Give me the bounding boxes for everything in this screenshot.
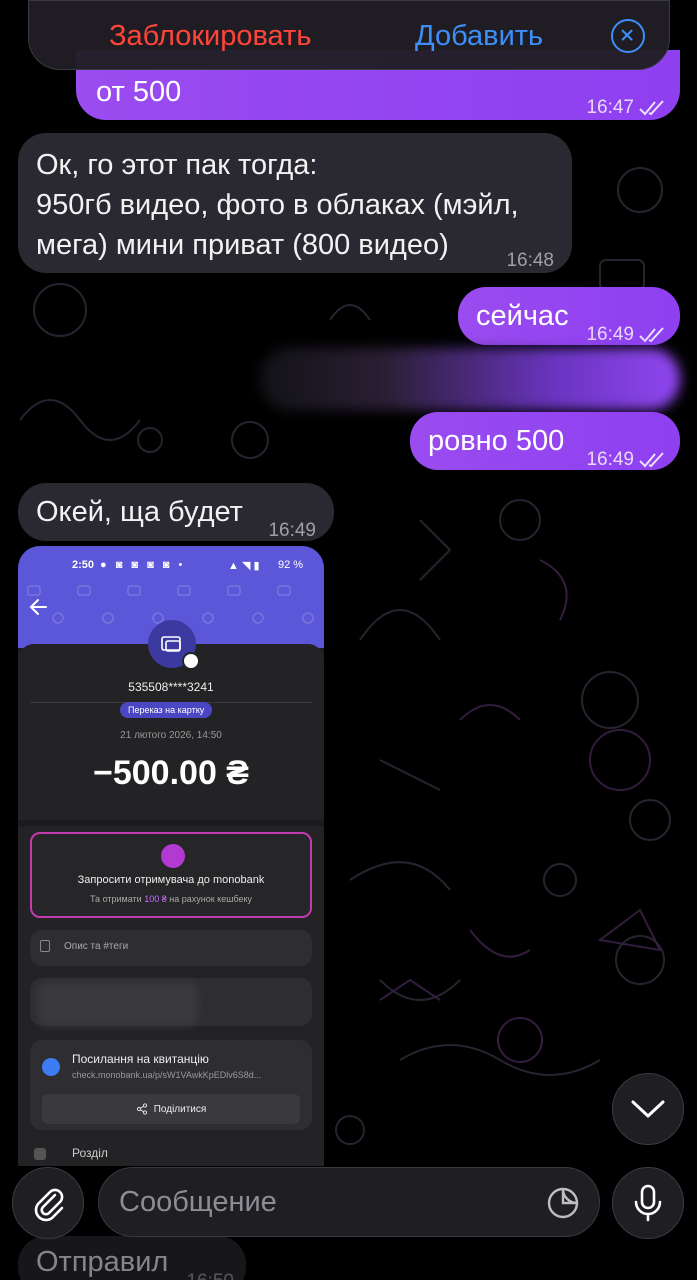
promo-title: Запросити отримувача до monobank (77, 874, 265, 886)
transaction-amount: −500.00 ₴ (93, 754, 249, 792)
message-incoming[interactable]: Отправил 16:50 (18, 1236, 246, 1280)
receipt-link-card[interactable]: Посилання на квитанцію check.monobank.ua… (30, 1040, 312, 1130)
message-meta: 16:49 (586, 440, 666, 480)
receipt-link-title: Посилання на квитанцію (72, 1052, 209, 1066)
message-meta: 16:47 (586, 88, 666, 128)
message-text: от 500 (96, 76, 182, 108)
message-incoming[interactable]: Окей, ща будет 16:49 (18, 483, 334, 541)
voice-record-button[interactable] (612, 1167, 684, 1239)
promo-subtitle: Та отримати 100 ₴ на рахунок кешбеку (89, 894, 253, 904)
card-avatar (148, 620, 200, 670)
receipt-screenshot-image[interactable]: 2:50 ● ◙ ◙ ◙ ◙ • ▲ ◥ ▮ 92 % 535508****32… (18, 546, 324, 1166)
receipt-link-url[interactable]: check.monobank.ua/p/sW1VAwkKpEDlv6S8d... (72, 1070, 261, 1080)
paperclip-icon (34, 1188, 64, 1222)
double-check-icon (639, 100, 664, 116)
sticker-icon[interactable] (545, 1185, 581, 1221)
attach-button[interactable] (12, 1167, 84, 1239)
link-icon (42, 1058, 60, 1076)
receipt-body: 535508****3241 Переказ на картку 21 люто… (18, 620, 324, 1166)
note-icon (40, 940, 50, 952)
double-check-icon (639, 452, 664, 468)
message-text: ровно 500 (428, 425, 565, 457)
message-time: 16:48 (506, 250, 554, 271)
message-input-placeholder: Сообщение (119, 1186, 277, 1218)
microphone-icon (634, 1184, 662, 1222)
share-label: Поділитися (153, 1103, 207, 1115)
card-number: 535508****3241 (128, 680, 214, 694)
divider (18, 820, 324, 826)
message-time: 16:49 (268, 520, 316, 541)
status-icons: ● ◙ ◙ ◙ ◙ • (100, 559, 186, 571)
card-icon (161, 636, 181, 652)
section-label: Розділ (72, 1146, 108, 1160)
message-time: 16:47 (586, 97, 634, 118)
message-time: 16:50 (186, 1262, 234, 1280)
message-text: сейчас (476, 300, 569, 332)
block-button[interactable]: Заблокировать (109, 20, 311, 53)
transaction-date: 21 лютого 2026, 14:50 (120, 730, 222, 741)
message-input[interactable]: Сообщение (98, 1167, 600, 1237)
redacted-message (260, 348, 680, 410)
scroll-down-button[interactable] (612, 1073, 684, 1145)
spam-action-bar: Заблокировать Добавить (28, 0, 670, 70)
message-outgoing[interactable]: сейчас 16:49 (458, 287, 680, 345)
gift-icon (161, 844, 185, 868)
message-time: 16:49 (586, 449, 634, 470)
redacted-row (30, 978, 312, 1026)
section-icon (34, 1148, 46, 1160)
description-placeholder: Опис та #теги (64, 941, 129, 952)
message-incoming[interactable]: Ок, го этот пак тогда: 950гб видео, фото… (18, 133, 572, 273)
double-check-icon (639, 327, 664, 343)
add-contact-button[interactable]: Добавить (415, 20, 543, 53)
message-text: Отправил (36, 1246, 169, 1278)
description-field[interactable]: Опис та #теги (30, 930, 312, 966)
invite-promo-card[interactable]: Запросити отримувача до monobank Та отри… (30, 832, 312, 918)
back-arrow-icon[interactable] (28, 596, 50, 618)
status-time: 2:50 (72, 559, 95, 571)
redacted-blur (38, 982, 198, 1026)
bank-badge-icon (182, 652, 200, 670)
signal-icons: ▲ ◥ ▮ (228, 560, 260, 572)
section-row: Розділ (34, 1144, 324, 1166)
message-text: Ок, го этот пак тогда: 950гб видео, фото… (36, 149, 519, 261)
chevron-down-icon (631, 1100, 665, 1118)
message-text: Окей, ща будет (36, 496, 243, 528)
message-outgoing[interactable]: ровно 500 16:49 (410, 412, 680, 470)
transfer-type-chip: Переказ на картку (120, 702, 213, 718)
share-icon (136, 1103, 147, 1115)
share-button[interactable]: Поділитися (42, 1094, 300, 1124)
close-icon[interactable] (611, 19, 645, 53)
battery-level: 92 % (278, 559, 304, 571)
